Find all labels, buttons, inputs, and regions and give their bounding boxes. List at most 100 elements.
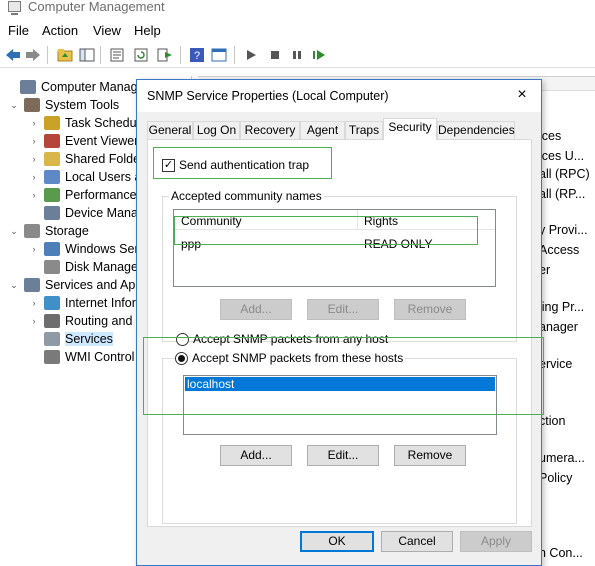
chevron-right-icon[interactable]: › — [28, 136, 40, 146]
chevron-down-icon[interactable]: ⌄ — [8, 226, 20, 237]
chevron-right-icon[interactable]: › — [28, 244, 40, 254]
tree-node-icon — [44, 152, 60, 166]
service-name-fragment[interactable]: all (RP... — [539, 187, 585, 201]
tree-node-icon — [44, 134, 60, 148]
tree-item-label: Services and App — [45, 278, 143, 292]
chevron-down-icon[interactable]: ⌄ — [8, 280, 20, 291]
community-column-header[interactable]: Community — [181, 214, 242, 228]
tab-recovery[interactable]: Recovery — [240, 121, 300, 140]
accept-these-hosts-radio[interactable]: Accept SNMP packets from these hosts — [175, 351, 406, 365]
tree-item-label: Routing and I — [65, 314, 140, 328]
community-add-button[interactable]: Add... — [220, 299, 292, 320]
tree-item[interactable]: › Event Viewer — [28, 132, 138, 150]
menu-help[interactable]: Help — [134, 23, 161, 38]
tree-item[interactable]: › Internet Infor — [28, 294, 136, 312]
service-name-fragment[interactable]: all (RPC) — [539, 167, 590, 181]
back-icon[interactable] — [4, 46, 22, 64]
chevron-right-icon[interactable]: › — [28, 316, 40, 326]
service-name-fragment[interactable]: Access — [539, 243, 579, 257]
service-name-fragment[interactable]: y Provi... — [539, 223, 588, 237]
tree-item[interactable]: › Shared Folder — [28, 150, 144, 168]
service-name-fragment[interactable]: ices U... — [539, 149, 584, 163]
play-icon[interactable] — [242, 46, 260, 64]
chevron-right-icon[interactable]: › — [28, 118, 40, 128]
menu-action[interactable]: Action — [42, 23, 78, 38]
tab-traps[interactable]: Traps — [345, 121, 383, 140]
export-icon[interactable] — [156, 46, 174, 64]
toolbar-separator — [234, 46, 235, 64]
service-name-fragment[interactable]: umera... — [539, 451, 585, 465]
tree-item[interactable]: › Routing and I — [28, 312, 139, 330]
rights-cell: READ ONLY — [364, 237, 433, 251]
community-remove-button[interactable]: Remove — [394, 299, 466, 320]
console-icon[interactable] — [210, 46, 228, 64]
table-row[interactable]: ppp READ ONLY — [174, 235, 495, 253]
hosts-remove-button[interactable]: Remove — [394, 445, 466, 466]
tree-item[interactable]: › Windows Serv — [28, 240, 145, 258]
community-edit-button[interactable]: Edit... — [307, 299, 379, 320]
tab-general[interactable]: General — [147, 121, 193, 140]
service-name-fragment[interactable]: ction — [539, 414, 565, 428]
list-item[interactable]: localhost — [185, 377, 495, 391]
tab-agent[interactable]: Agent — [300, 121, 345, 140]
ok-button[interactable]: OK — [300, 531, 374, 552]
pause-icon[interactable] — [288, 46, 306, 64]
chevron-right-icon[interactable]: › — [28, 190, 40, 200]
tree-item-label: Internet Infor — [65, 296, 136, 310]
tree-node-icon — [44, 170, 60, 184]
apply-button[interactable]: Apply — [460, 531, 532, 552]
service-name-fragment[interactable]: ling Pr... — [539, 300, 584, 314]
community-group-label: Accepted community names — [169, 189, 324, 203]
service-name-fragment[interactable]: n Con... — [539, 546, 583, 560]
tree-item[interactable]: Services — [28, 330, 113, 348]
security-tab-panel: ✓ Send authentication trap Accepted comm… — [147, 139, 532, 527]
tree-item[interactable]: › Performance — [28, 186, 137, 204]
refresh-icon[interactable] — [132, 46, 150, 64]
service-name-fragment[interactable]: anager — [539, 320, 578, 334]
chevron-down-icon[interactable]: ⌄ — [8, 100, 20, 111]
send-auth-trap-checkbox[interactable]: ✓ Send authentication trap — [162, 158, 309, 172]
community-groupbox: Accepted community names Community Right… — [162, 189, 517, 342]
accept-these-hosts-label: Accept SNMP packets from these hosts — [192, 351, 404, 365]
hosts-add-button[interactable]: Add... — [220, 445, 292, 466]
resume-icon[interactable] — [310, 46, 328, 64]
properties-icon[interactable] — [108, 46, 126, 64]
dialog-title: SNMP Service Properties (Local Computer) — [147, 89, 389, 103]
tree-item[interactable]: ⌄ System Tools — [8, 96, 119, 114]
tree-item[interactable]: Device Manag — [28, 204, 145, 222]
service-name-fragment[interactable]: ices — [539, 129, 561, 143]
tab-log-on[interactable]: Log On — [193, 121, 240, 140]
menu-file[interactable]: File — [8, 23, 29, 38]
window-titlebar: Computer Management — [0, 0, 595, 18]
tree-item-label: Disk Manager — [65, 260, 143, 274]
service-name-fragment[interactable]: ervice — [539, 357, 572, 371]
cancel-button[interactable]: Cancel — [381, 531, 453, 552]
hosts-list[interactable]: localhost — [183, 375, 497, 435]
close-icon[interactable]: × — [511, 84, 533, 106]
tree-item[interactable]: Disk Manager — [28, 258, 142, 276]
tab-dependencies[interactable]: Dependencies — [437, 121, 515, 140]
show-hide-tree-icon[interactable] — [78, 46, 96, 64]
tree-item[interactable]: ⌄ Services and App — [8, 276, 142, 294]
chevron-right-icon[interactable]: › — [28, 172, 40, 182]
rights-column-header[interactable]: Rights — [364, 214, 398, 228]
hosts-edit-button[interactable]: Edit... — [307, 445, 379, 466]
forward-icon[interactable] — [24, 46, 42, 64]
stop-icon[interactable] — [266, 46, 284, 64]
service-name-fragment[interactable]: Policy — [539, 471, 572, 485]
tree-item[interactable]: WMI Control — [28, 348, 134, 366]
chevron-right-icon[interactable]: › — [28, 298, 40, 308]
tree-node-icon — [44, 242, 60, 256]
tree-item[interactable]: › Local Users ar — [28, 168, 146, 186]
chevron-right-icon[interactable]: › — [28, 154, 40, 164]
tree-node-icon — [44, 350, 60, 364]
menu-view[interactable]: View — [93, 23, 121, 38]
tab-security[interactable]: Security — [383, 118, 437, 140]
community-list[interactable]: Community Rights ppp READ ONLY — [173, 209, 496, 287]
tree-item[interactable]: › Task Schedule — [28, 114, 146, 132]
tree-item[interactable]: ⌄ Storage — [8, 222, 89, 240]
tree-item-label: Windows Serv — [65, 242, 145, 256]
help-icon[interactable]: ? — [188, 46, 206, 64]
accept-any-host-radio[interactable]: Accept SNMP packets from any host — [176, 332, 388, 346]
folder-up-icon[interactable] — [56, 46, 74, 64]
